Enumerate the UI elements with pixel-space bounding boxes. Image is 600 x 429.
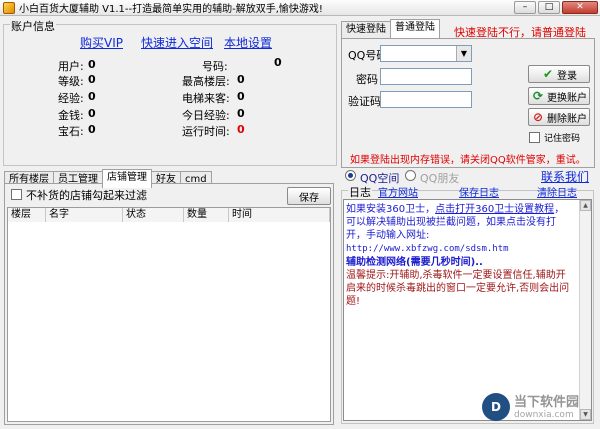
log-legend: 日志 (348, 184, 372, 200)
gem-value: 0 (88, 123, 96, 136)
memory-error-warning: 如果登陆出现内存错误，请关闭QQ软件管家，重试。 (350, 155, 586, 166)
top-floor-value: 0 (237, 73, 245, 86)
local-settings-link[interactable]: 本地设置 (224, 34, 272, 51)
elevator-guests-label: 电梯来客: (182, 92, 230, 105)
money-label: 金钱: (58, 109, 84, 122)
downxia-logo-icon: D (482, 393, 510, 421)
qq-number-label: 号码: (202, 60, 228, 73)
log-360-tutorial-link[interactable]: 点击打开360卫士设置教程 (435, 204, 554, 215)
log-line: 温馨提示:开辅助,杀毒软件一定要设置信任,辅助开启来的时候杀毒跳出的窗口一定要允… (346, 270, 570, 307)
watermark: D 当下软件园 downxia.com (482, 391, 594, 423)
account-info-legend: 账户信息 (10, 18, 56, 34)
user-value: 0 (88, 58, 96, 71)
exp-label: 经验: (58, 92, 84, 105)
buy-vip-link[interactable]: 购买VIP (80, 34, 123, 51)
run-time-label: 运行时间: (182, 125, 230, 138)
qq-number-combo[interactable]: ▼ (380, 45, 472, 62)
watermark-title: 当下软件园 (514, 394, 580, 410)
maximize-button[interactable]: □ (538, 1, 560, 14)
contact-us-link[interactable]: 联系我们 (541, 168, 589, 185)
tab-quick-login[interactable]: 快速登陆 (341, 21, 391, 38)
level-label: 等级: (58, 75, 84, 88)
log-line: 辅助检测网络(需要几秒时间).. (346, 257, 483, 268)
filter-no-restock-label: 不补货的店铺勾起来过滤 (26, 189, 147, 202)
window-title: 小白百货大厦辅助 V1.1--打造最简单实用的辅助-解放双手,愉快游戏! (19, 4, 323, 15)
filter-no-restock-checkbox[interactable] (11, 189, 22, 200)
captcha-field[interactable] (380, 91, 472, 108)
exp-value: 0 (88, 90, 96, 103)
captcha-label: 验证码 (348, 95, 381, 108)
remember-password-label: 记住密码 (544, 134, 581, 144)
delete-icon: ⊘ (532, 110, 544, 124)
qq-space-radio[interactable] (345, 170, 356, 181)
log-group: 日志 官方网站 保存日志 清除日志 如果安装360卫士，点击打开360卫士设置教… (341, 184, 594, 424)
delete-account-button[interactable]: ⊘ 删除账户 (528, 108, 590, 126)
delete-account-label: 删除账户 (547, 113, 587, 125)
login-tabs: 快速登陆 普通登陆 (341, 19, 440, 38)
refresh-icon: ⟳ (532, 89, 544, 103)
watermark-url: downxia.com (514, 409, 574, 420)
qq-number-value: 0 (274, 56, 282, 69)
save-button[interactable]: 保存 (287, 187, 331, 205)
login-button-label: 登录 (557, 70, 577, 82)
column-header-status[interactable]: 状态 (123, 208, 184, 222)
money-value: 0 (88, 107, 96, 120)
shop-table: 楼层 名字 状态 数量 时间 (7, 207, 331, 422)
qq-friends-radio[interactable] (405, 170, 416, 181)
today-exp-value: 0 (237, 107, 245, 120)
gem-label: 宝石: (58, 125, 84, 138)
log-text: 如果安装360卫士，点击打开360卫士设置教程，可以解决辅助出现被拦截问题，如果… (346, 203, 572, 308)
switch-account-button[interactable]: ⟳ 更换账户 (528, 87, 590, 105)
elevator-guests-value: 0 (237, 90, 245, 103)
save-log-link[interactable]: 保存日志 (459, 184, 499, 199)
password-label: 密码 (356, 73, 378, 86)
tab-normal-login[interactable]: 普通登陆 (390, 19, 440, 38)
title-bar: 小白百货大厦辅助 V1.1--打造最简单实用的辅助-解放双手,愉快游戏! – □… (0, 0, 600, 16)
column-header-time[interactable]: 时间 (229, 208, 330, 222)
close-button[interactable]: ✕ (562, 1, 598, 14)
shop-panel: 不补货的店铺勾起来过滤 保存 楼层 名字 状态 数量 时间 (4, 183, 334, 425)
quick-enter-space-link[interactable]: 快速进入空间 (141, 34, 213, 51)
run-time-value: 0 (237, 123, 245, 136)
log-scrollbar[interactable]: ▲ ▼ (579, 200, 591, 420)
user-label: 用户: (58, 60, 84, 73)
login-button[interactable]: ✔ 登录 (528, 65, 590, 83)
log-textbox[interactable]: 如果安装360卫士，点击打开360卫士设置教程，可以解决辅助出现被拦截问题，如果… (343, 199, 592, 421)
log-url: http://www.xbfzwg.com/sdsm.htm (346, 244, 509, 254)
login-panel: QQ号码 ▼ 密码 验证码 ✔ 登录 ⟳ 更换账户 ⊘ 删除账户 记住密码 如果… (341, 38, 595, 168)
minimize-button[interactable]: – (514, 1, 536, 14)
today-exp-label: 今日经验: (182, 109, 230, 122)
account-info-group: 账户信息 购买VIP 快速进入空间 本地设置 用户: 0 等级: 0 经验: 0… (3, 18, 337, 166)
switch-account-label: 更换账户 (547, 92, 587, 104)
checkmark-icon: ✔ (542, 67, 554, 81)
column-header-floor[interactable]: 楼层 (8, 208, 46, 222)
remember-password-checkbox[interactable] (529, 132, 540, 143)
app-icon (3, 1, 15, 14)
level-value: 0 (88, 73, 96, 86)
scroll-up-icon[interactable]: ▲ (580, 200, 591, 211)
official-site-link[interactable]: 官方网站 (378, 184, 418, 199)
password-field[interactable] (380, 68, 472, 85)
qq-friends-label: QQ朋友 (420, 172, 460, 185)
top-floor-label: 最高楼层: (182, 75, 230, 88)
column-header-name[interactable]: 名字 (46, 208, 123, 222)
chevron-down-icon[interactable]: ▼ (456, 46, 471, 61)
column-header-count[interactable]: 数量 (184, 208, 229, 222)
log-line: 如果安装360卫士， (346, 204, 436, 215)
tab-shops[interactable]: 店铺管理 (102, 169, 152, 188)
clear-log-link[interactable]: 清除日志 (537, 184, 577, 199)
